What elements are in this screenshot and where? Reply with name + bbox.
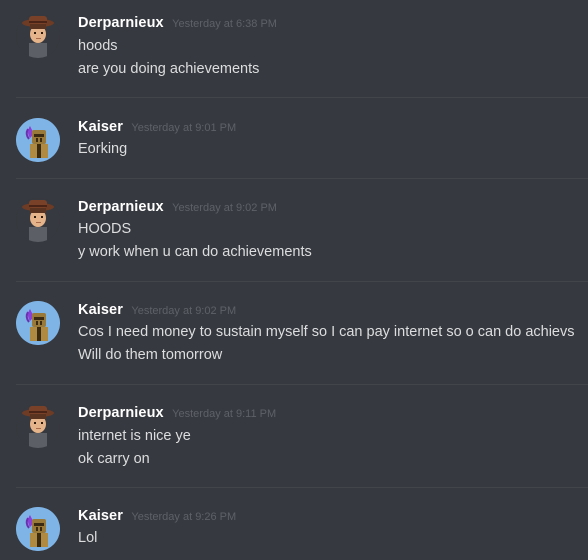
timestamp: Yesterday at 9:02 PM (131, 305, 237, 317)
message-divider (16, 281, 588, 282)
message-header: Derparnieux Yesterday at 9:11 PM (78, 404, 276, 424)
username[interactable]: Kaiser (78, 302, 123, 318)
avatar-derparnieux-icon[interactable] (16, 14, 60, 58)
message-line: hoods (78, 38, 118, 54)
message-header: Kaiser Yesterday at 9:02 PM (78, 301, 236, 321)
message-line: internet is nice ye (78, 428, 191, 444)
message-divider (16, 97, 588, 98)
message-header: Derparnieux Yesterday at 9:02 PM (78, 198, 277, 218)
timestamp: Yesterday at 6:38 PM (172, 18, 277, 30)
avatar-kaiser-icon[interactable] (16, 507, 60, 551)
message-divider (16, 384, 588, 385)
username[interactable]: Derparnieux (78, 405, 164, 421)
message-line: HOODS (78, 221, 132, 237)
timestamp: Yesterday at 9:11 PM (172, 408, 277, 420)
message-line: ok carry on (78, 451, 150, 467)
message-divider (16, 178, 588, 179)
avatar-derparnieux-icon[interactable] (16, 198, 60, 242)
message-header: Derparnieux Yesterday at 6:38 PM (78, 14, 277, 34)
message-header: Kaiser Yesterday at 9:26 PM (78, 507, 236, 527)
username[interactable]: Kaiser (78, 119, 123, 135)
username[interactable]: Kaiser (78, 508, 123, 524)
message-line: Lol (78, 530, 98, 546)
timestamp: Yesterday at 9:02 PM (172, 202, 277, 214)
message-line: are you doing achievements (78, 61, 260, 77)
message-divider (16, 487, 588, 488)
chat-messages: Derparnieux Yesterday at 6:38 PM hoods a… (0, 0, 588, 560)
timestamp: Yesterday at 9:01 PM (131, 122, 237, 134)
message-line: y work when u can do achievements (78, 244, 312, 260)
avatar-kaiser-icon[interactable] (16, 118, 60, 162)
avatar-derparnieux-icon[interactable] (16, 404, 60, 448)
avatar-kaiser-icon[interactable] (16, 301, 60, 345)
message-line: Will do them tomorrow (78, 347, 223, 363)
message-line: Eorking (78, 141, 128, 157)
message-line: Cos I need money to sustain myself so I … (78, 324, 575, 340)
username[interactable]: Derparnieux (78, 199, 164, 215)
timestamp: Yesterday at 9:26 PM (131, 511, 237, 523)
message-header: Kaiser Yesterday at 9:01 PM (78, 118, 236, 138)
username[interactable]: Derparnieux (78, 15, 164, 31)
